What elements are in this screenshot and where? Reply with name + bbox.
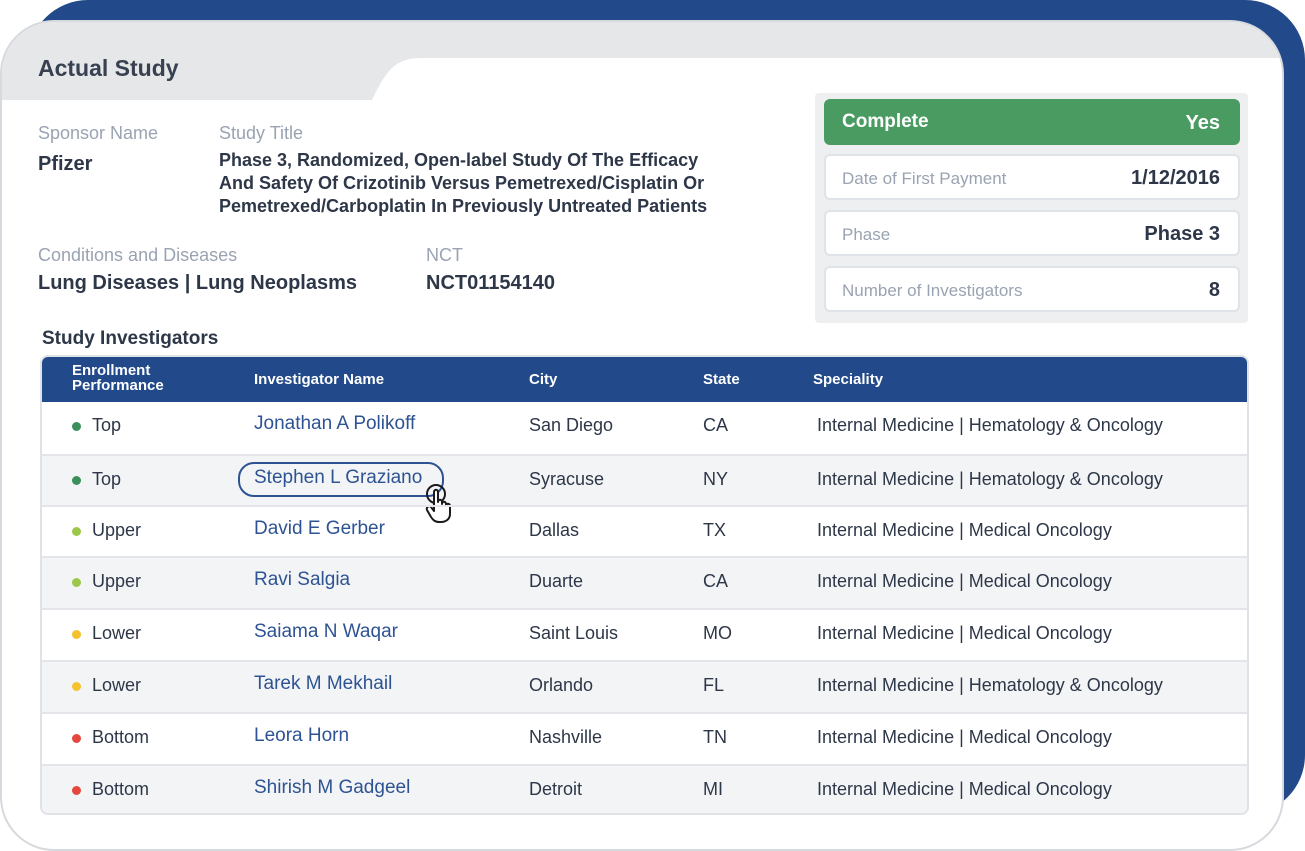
speciality-cell: Internal Medicine | Medical Oncology: [817, 779, 1112, 799]
speciality-cell: Internal Medicine | Medical Oncology: [817, 571, 1112, 591]
performance-label: Upper: [92, 520, 142, 540]
header-speciality[interactable]: Speciality: [813, 371, 883, 388]
complete-value: Yes: [1185, 112, 1220, 134]
status-dot-icon: [72, 682, 81, 691]
investigators-count-label: Number of Investigators: [842, 281, 1023, 300]
hover-highlight: [238, 462, 444, 497]
table-row[interactable]: Lower Tarek M Mekhail Orlando FL Internal Me…: [42, 660, 1247, 712]
status-dot-icon: [72, 630, 81, 639]
status-dot-icon: [72, 422, 81, 431]
state-cell: TN: [703, 727, 727, 747]
study-title-line: Phase 3, Randomized, Open-label Study Of…: [219, 150, 699, 170]
status-dot-icon: [72, 578, 81, 587]
investigators-section-title: Study Investigators: [42, 328, 219, 349]
table-row[interactable]: Top Stephen L Graziano Syracuse NY Internal …: [42, 454, 1247, 523]
nct-label: NCT: [426, 245, 463, 265]
investigator-name-link[interactable]: Shirish M Gadgeel: [254, 777, 410, 799]
state-cell: MI: [703, 779, 723, 799]
city-cell: San Diego: [529, 415, 614, 435]
speciality-cell: Internal Medicine | Hematology & Oncolog…: [817, 415, 1163, 435]
investigator-name-link[interactable]: Tarek M Mekhail: [254, 673, 392, 695]
city-cell: Saint Louis: [529, 623, 619, 643]
complete-label: Complete: [842, 111, 929, 132]
state-cell: MO: [703, 623, 732, 643]
table-row[interactable]: Top Jonathan A Polikoff San Diego CA Interna…: [42, 402, 1247, 454]
state-cell: CA: [703, 571, 729, 591]
table-row[interactable]: Upper Ravi Salgia Duarte CA Internal Medicin…: [42, 556, 1247, 608]
city-cell: Detroit: [529, 779, 583, 799]
conditions-label: Conditions and Diseases: [38, 245, 238, 265]
investigators-count-box: Number of Investigators 8: [824, 266, 1240, 312]
city-cell: Nashville: [529, 727, 603, 747]
performance-label: Bottom: [92, 727, 150, 747]
speciality-cell: Internal Medicine | Medical Oncology: [817, 520, 1112, 540]
investigators-table: Enrollment Performance Investigator Name…: [40, 355, 1249, 815]
status-dot-icon: [72, 786, 81, 795]
table-row[interactable]: Upper David E Gerber Dallas TX Internal Medi…: [42, 505, 1247, 556]
city-cell: Syracuse: [529, 469, 605, 489]
investigator-name-link[interactable]: Jonathan A Polikoff: [254, 413, 415, 435]
status-dot-icon: [72, 734, 81, 743]
state-cell: FL: [703, 675, 725, 695]
performance-label: Top: [92, 415, 122, 435]
investigator-name-link[interactable]: Leora Horn: [254, 725, 349, 747]
status-dot-icon: [72, 527, 81, 536]
city-cell: Dallas: [529, 520, 580, 540]
city-cell: Duarte: [529, 571, 584, 591]
study-title-value: Phase 3, Randomized, Open-label Study Of…: [219, 149, 759, 218]
performance-label: Upper: [92, 571, 142, 591]
speciality-cell: Internal Medicine | Hematology & Oncolog…: [817, 675, 1163, 695]
header-investigator-name[interactable]: Investigator Name: [254, 371, 384, 388]
city-cell: Orlando: [529, 675, 594, 695]
study-title-label: Study Title: [219, 123, 304, 143]
investigator-name-link[interactable]: David E Gerber: [254, 518, 385, 540]
status-dot-icon: [72, 476, 81, 485]
first-payment-label: Date of First Payment: [842, 169, 1007, 188]
conditions-value: Lung Diseases | Lung Neoplasms: [38, 272, 358, 294]
speciality-cell: Internal Medicine | Medical Oncology: [817, 727, 1112, 747]
study-title-line: Pemetrexed/Carboplatin In Previously Unt…: [219, 196, 708, 216]
speciality-cell: Internal Medicine | Hematology & Oncolog…: [817, 469, 1163, 489]
first-payment-value: 1/12/2016: [1131, 167, 1220, 189]
header-enrollment[interactable]: Enrollment Performance: [72, 363, 192, 393]
performance-label: Top: [92, 469, 122, 489]
header-city[interactable]: City: [529, 371, 557, 388]
state-cell: CA: [703, 415, 729, 435]
investigator-name-link[interactable]: Saiama N Waqar: [254, 621, 398, 643]
state-cell: TX: [703, 520, 727, 540]
study-title-line: And Safety Of Crizotinib Versus Pemetrex…: [219, 173, 705, 193]
table-row[interactable]: Bottom Leora Horn Nashville TN Internal Medi…: [42, 712, 1247, 764]
speciality-cell: Internal Medicine | Medical Oncology: [817, 623, 1112, 643]
table-row[interactable]: Bottom Shirish M Gadgeel Detroit MI Internal…: [42, 764, 1247, 813]
first-payment-box: Date of First Payment 1/12/2016: [824, 154, 1240, 200]
table-row[interactable]: Lower Saiama N Waqar Saint Louis MO Internal…: [42, 608, 1247, 660]
investigator-name-link[interactable]: Ravi Salgia: [254, 569, 350, 591]
table-header: Enrollment Performance Investigator Name…: [42, 357, 1247, 402]
performance-label: Bottom: [92, 779, 150, 799]
card-title: Actual Study: [38, 55, 179, 81]
phase-value: Phase 3: [1144, 223, 1220, 245]
performance-label: Lower: [92, 623, 142, 643]
study-summary-panel: Complete Yes Date of First Payment 1/12/…: [815, 93, 1248, 323]
investigators-count-value: 8: [1208, 279, 1220, 301]
header-state[interactable]: State: [703, 371, 740, 388]
sponsor-label: Sponsor Name: [38, 123, 159, 143]
sponsor-value: Pfizer: [38, 153, 93, 175]
nct-value: NCT01154140: [426, 272, 555, 294]
card-header: [2, 22, 1282, 100]
study-card: Actual Study Sponsor Name Pfizer Study T…: [0, 20, 1284, 851]
complete-status: Complete Yes: [824, 99, 1240, 145]
performance-label: Lower: [92, 675, 142, 695]
phase-box: Phase Phase 3: [824, 210, 1240, 256]
state-cell: NY: [703, 469, 729, 489]
phase-label: Phase: [842, 225, 891, 244]
